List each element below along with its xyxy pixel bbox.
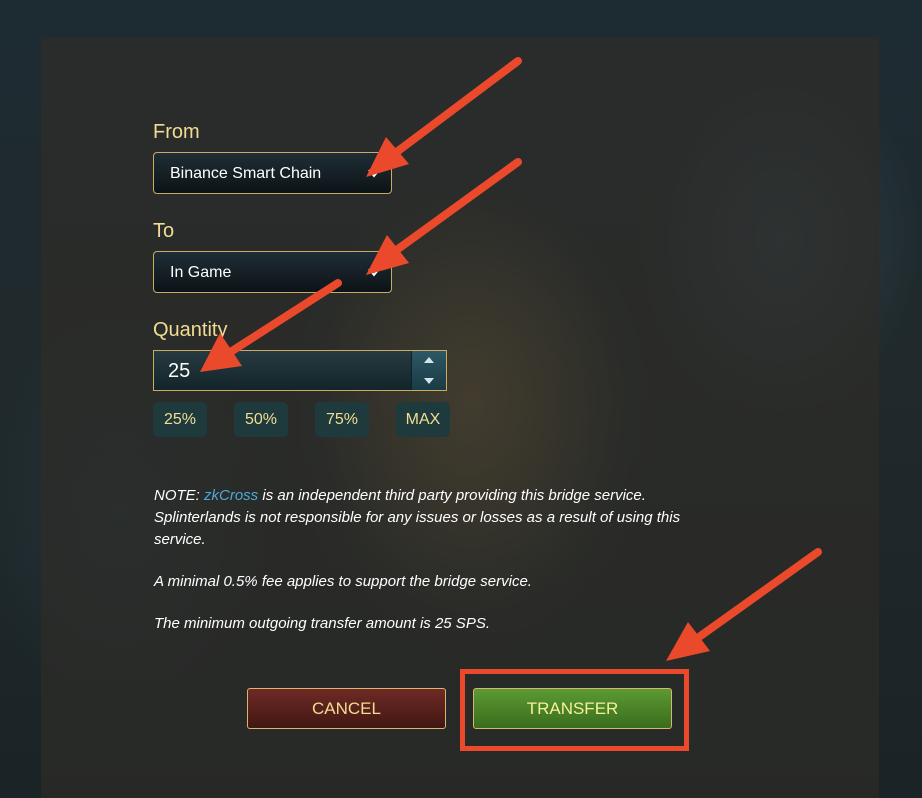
note-text: is an independent third party providing …	[258, 487, 646, 504]
to-select-value: In Game	[170, 264, 232, 281]
quantity-label: Quantity	[153, 319, 228, 341]
bridge-note: NOTE: zkCross is an independent third pa…	[154, 485, 754, 551]
cancel-button[interactable]: CANCEL	[247, 688, 446, 729]
note-prefix: NOTE:	[154, 487, 205, 504]
percent-25-button[interactable]: 25%	[153, 402, 207, 437]
transfer-highlight-box	[460, 669, 689, 751]
quantity-stepper[interactable]	[411, 351, 446, 390]
chevron-down-icon	[368, 169, 380, 178]
from-select[interactable]: Binance Smart Chain	[153, 152, 392, 194]
caret-up-icon[interactable]	[412, 351, 446, 370]
percent-75-button[interactable]: 75%	[315, 402, 369, 437]
caret-down-icon[interactable]	[412, 371, 446, 390]
percent-max-button[interactable]: MAX	[396, 402, 450, 437]
quantity-input[interactable]: 25	[153, 350, 447, 391]
to-label: To	[153, 220, 175, 242]
minimum-note: The minimum outgoing transfer amount is …	[154, 615, 490, 632]
to-select[interactable]: In Game	[153, 251, 392, 293]
fee-note: A minimal 0.5% fee applies to support th…	[154, 573, 532, 590]
from-select-value: Binance Smart Chain	[170, 165, 322, 182]
from-label: From	[153, 121, 200, 143]
quantity-value: 25	[168, 360, 191, 382]
zkcross-link[interactable]: zkCross	[204, 487, 258, 504]
percent-50-button[interactable]: 50%	[234, 402, 288, 437]
chevron-down-icon	[368, 268, 380, 277]
note-text-cont2: service.	[154, 531, 206, 548]
note-text-cont: Splinterlands is not responsible for any…	[154, 509, 681, 526]
